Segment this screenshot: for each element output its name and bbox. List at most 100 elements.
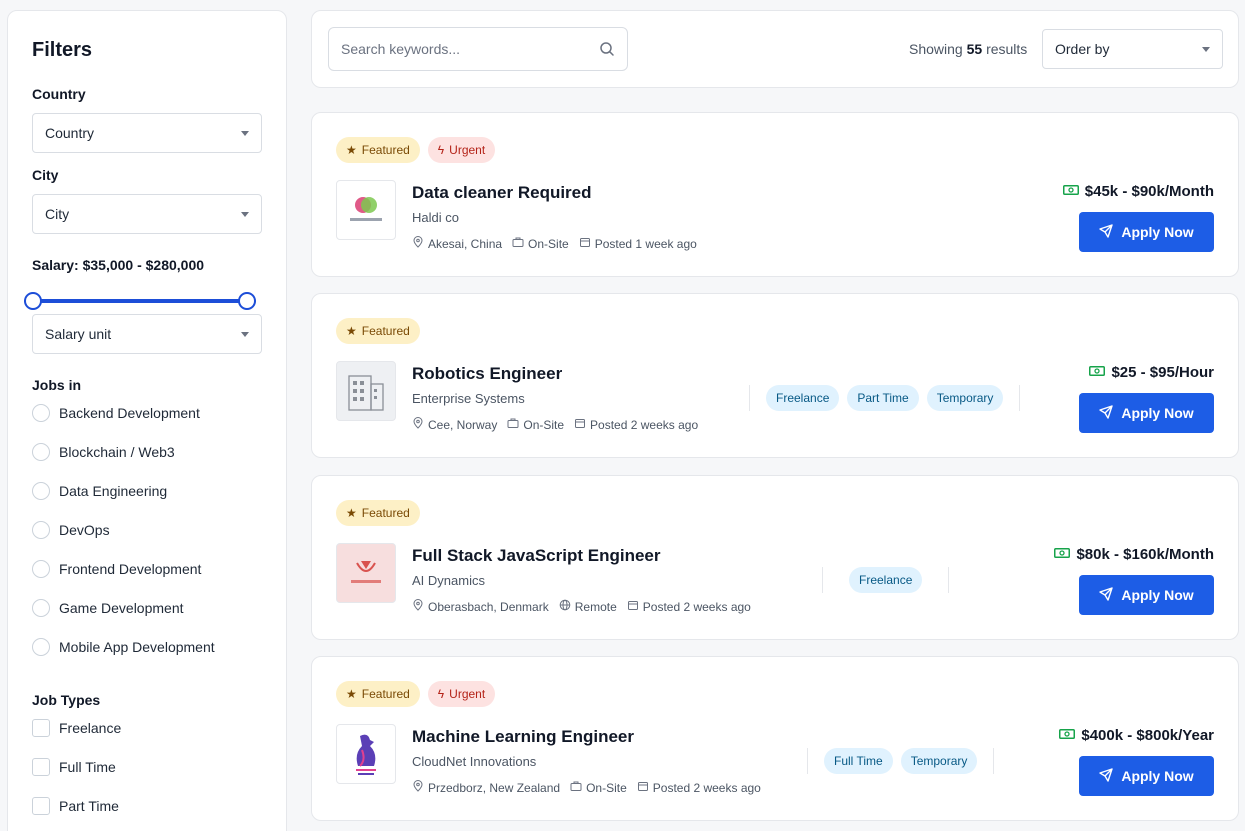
search-box[interactable] bbox=[328, 27, 628, 71]
apply-label: Apply Now bbox=[1121, 768, 1194, 784]
job-title[interactable]: Robotics Engineer bbox=[412, 364, 562, 384]
briefcase-icon bbox=[512, 236, 524, 251]
work-mode: On-Site bbox=[586, 780, 627, 795]
jobs-in-option[interactable]: Data Engineering bbox=[32, 482, 167, 500]
company-logo[interactable] bbox=[336, 361, 396, 421]
order-by-select[interactable]: Order by bbox=[1042, 29, 1223, 69]
apply-now-button[interactable]: Apply Now bbox=[1079, 575, 1214, 615]
badge-label: Featured bbox=[361, 687, 410, 701]
salary-min-handle[interactable] bbox=[24, 292, 42, 310]
job-types-label: Job Types bbox=[32, 692, 101, 708]
apply-now-button[interactable]: Apply Now bbox=[1079, 756, 1214, 796]
results-toolbar: Showing 55 results Order by bbox=[311, 10, 1239, 88]
calendar-icon bbox=[574, 417, 586, 432]
country-label: Country bbox=[32, 86, 86, 102]
country-select[interactable]: Country bbox=[32, 113, 262, 153]
lightning-icon: ϟ bbox=[437, 143, 445, 157]
apply-label: Apply Now bbox=[1121, 405, 1194, 421]
company-logo[interactable] bbox=[336, 180, 396, 240]
job-type-tags: Freelance Part Time Temporary bbox=[749, 385, 1021, 411]
badge-row: ★ Featured ϟ Urgent bbox=[336, 681, 496, 707]
jobs-in-option[interactable]: Frontend Development bbox=[32, 560, 201, 578]
job-card[interactable]: ★ Featured Robotics Engineer Enterprise S… bbox=[311, 293, 1239, 458]
radio-button[interactable] bbox=[32, 482, 50, 500]
job-type-tag[interactable]: Freelance bbox=[766, 385, 840, 411]
money-icon bbox=[1054, 546, 1071, 563]
apply-now-button[interactable]: Apply Now bbox=[1079, 212, 1214, 252]
company-logo[interactable] bbox=[336, 724, 396, 784]
radio-button[interactable] bbox=[32, 404, 50, 422]
badge-label: Urgent bbox=[449, 687, 486, 701]
city-select[interactable]: City bbox=[32, 194, 262, 234]
badge-label: Featured bbox=[361, 324, 410, 338]
salary-max-handle[interactable] bbox=[238, 292, 256, 310]
checkbox[interactable] bbox=[32, 758, 50, 776]
showing-prefix: Showing bbox=[909, 41, 963, 57]
jobs-in-option[interactable]: Mobile App Development bbox=[32, 638, 215, 656]
jobs-in-option[interactable]: Backend Development bbox=[32, 404, 200, 422]
featured-badge: ★ Featured bbox=[336, 318, 420, 344]
salary-unit-select[interactable]: Salary unit bbox=[32, 314, 262, 354]
job-type-tag[interactable]: Full Time bbox=[824, 748, 893, 774]
job-type-tag[interactable]: Temporary bbox=[926, 385, 1004, 411]
location-pin-icon bbox=[412, 417, 424, 432]
salary-range-slider[interactable] bbox=[24, 291, 256, 311]
search-icon[interactable] bbox=[599, 41, 615, 57]
send-icon bbox=[1099, 223, 1114, 241]
salary-text: $400k - $800k/Year bbox=[1081, 727, 1214, 744]
radio-button[interactable] bbox=[32, 560, 50, 578]
job-card[interactable]: ★ Featured ϟ Urgent Data cleaner Required … bbox=[311, 112, 1239, 277]
option-label: Blockchain / Web3 bbox=[59, 444, 175, 460]
job-type-tag[interactable]: Temporary bbox=[900, 748, 978, 774]
money-icon bbox=[1062, 183, 1079, 200]
job-card[interactable]: ★ Featured Full Stack JavaScript Engineer… bbox=[311, 475, 1239, 640]
company-name[interactable]: Haldi co bbox=[412, 210, 459, 225]
posted-date: Posted 2 weeks ago bbox=[642, 599, 751, 614]
checkbox[interactable] bbox=[32, 797, 50, 815]
jobs-in-option[interactable]: Game Development bbox=[32, 599, 184, 617]
jobs-in-option[interactable]: DevOps bbox=[32, 521, 110, 539]
radio-button[interactable] bbox=[32, 521, 50, 539]
apply-now-button[interactable]: Apply Now bbox=[1079, 393, 1214, 433]
option-label: Frontend Development bbox=[59, 561, 202, 577]
posted-date: Posted 1 week ago bbox=[594, 236, 697, 251]
featured-badge: ★ Featured bbox=[336, 500, 420, 526]
star-icon: ★ bbox=[346, 143, 357, 157]
job-type-tag[interactable]: Freelance bbox=[849, 567, 923, 593]
radio-button[interactable] bbox=[32, 443, 50, 461]
apply-label: Apply Now bbox=[1121, 587, 1194, 603]
salary-range: $80k - $160k/Month bbox=[1054, 546, 1214, 563]
job-title[interactable]: Data cleaner Required bbox=[412, 183, 592, 203]
chevron-down-icon bbox=[241, 130, 249, 136]
job-type-option[interactable]: Full Time bbox=[32, 758, 116, 776]
job-meta: Przedborz, New Zealand On-Site Posted 2 … bbox=[412, 780, 761, 795]
company-name[interactable]: Enterprise Systems bbox=[412, 391, 525, 406]
option-label: Game Development bbox=[59, 600, 184, 616]
calendar-icon bbox=[627, 599, 639, 614]
company-logo[interactable] bbox=[336, 543, 396, 603]
badge-label: Featured bbox=[361, 143, 410, 157]
job-type-option[interactable]: Part Time bbox=[32, 797, 119, 815]
job-card[interactable]: ★ Featured ϟ Urgent Machine Learning Engin… bbox=[311, 656, 1239, 821]
checkbox[interactable] bbox=[32, 719, 50, 737]
radio-button[interactable] bbox=[32, 638, 50, 656]
search-input[interactable] bbox=[341, 41, 581, 57]
location-pin-icon bbox=[412, 236, 424, 251]
jobs-in-option[interactable]: Blockchain / Web3 bbox=[32, 443, 175, 461]
job-title[interactable]: Machine Learning Engineer bbox=[412, 727, 634, 747]
results-count: Showing 55 results bbox=[909, 41, 1027, 57]
job-title[interactable]: Full Stack JavaScript Engineer bbox=[412, 546, 660, 566]
badge-label: Featured bbox=[361, 506, 410, 520]
company-name[interactable]: AI Dynamics bbox=[412, 573, 485, 588]
job-type-option[interactable]: Freelance bbox=[32, 719, 121, 737]
country-select-value: Country bbox=[45, 125, 95, 141]
star-icon: ★ bbox=[346, 687, 357, 701]
job-type-tag[interactable]: Part Time bbox=[847, 385, 919, 411]
work-mode: Remote bbox=[574, 599, 617, 614]
salary-unit-value: Salary unit bbox=[45, 326, 112, 342]
job-type-tags: Full Time Temporary bbox=[807, 748, 995, 774]
location-pin-icon bbox=[412, 599, 424, 614]
company-name[interactable]: CloudNet Innovations bbox=[412, 754, 536, 769]
salary-text: $45k - $90k/Month bbox=[1084, 183, 1214, 200]
radio-button[interactable] bbox=[32, 599, 50, 617]
